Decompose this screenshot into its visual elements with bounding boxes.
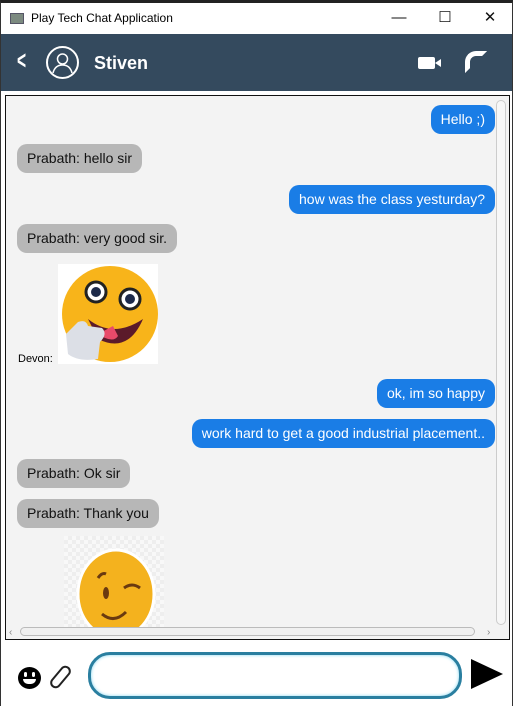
send-icon[interactable]: [471, 659, 503, 689]
thumbs-up-emoji-image: [58, 264, 158, 364]
message-outgoing: how was the class yesturday?: [289, 185, 495, 214]
horizontal-scrollbar[interactable]: [20, 627, 475, 636]
avatar[interactable]: [46, 46, 79, 79]
app-icon: [10, 13, 24, 24]
message-input[interactable]: [88, 652, 462, 699]
scroll-right-icon[interactable]: ›: [487, 627, 490, 638]
attachment-icon[interactable]: [47, 663, 74, 691]
vertical-scrollbar[interactable]: [496, 100, 506, 625]
emoji-icon[interactable]: [18, 667, 41, 689]
app-window: Play Tech Chat Application — ☐ ✕ < Stive…: [0, 0, 513, 707]
video-call-icon[interactable]: [418, 57, 441, 69]
message-incoming: Prabath: Thank you: [17, 499, 159, 528]
back-icon[interactable]: <: [17, 45, 26, 76]
message-incoming: Prabath: hello sir: [17, 144, 143, 173]
message-outgoing: work hard to get a good industrial place…: [191, 419, 495, 448]
chat-header: < Stiven: [1, 34, 512, 91]
message-incoming: Prabath: very good sir.: [17, 224, 178, 253]
phone-call-icon[interactable]: [465, 51, 487, 73]
message-incoming: Prabath: Ok sir: [17, 459, 131, 488]
composer-bar: [1, 640, 512, 707]
maximize-button[interactable]: ☐: [430, 7, 460, 29]
contact-name: Stiven: [94, 53, 149, 73]
window-title: Play Tech Chat Application: [31, 11, 173, 25]
title-bar: Play Tech Chat Application — ☐ ✕: [1, 3, 512, 34]
minimize-button[interactable]: —: [384, 7, 414, 29]
close-button[interactable]: ✕: [475, 7, 505, 29]
wink-emoji-image: [64, 536, 164, 639]
sender-label: Devon:: [18, 353, 53, 365]
message-outgoing: ok, im so happy: [376, 379, 495, 408]
message-outgoing: Hello ;): [430, 105, 495, 134]
message-list: Hello ;) Prabath: hello sir how was the …: [5, 95, 510, 640]
scroll-left-icon[interactable]: ‹: [9, 627, 12, 638]
